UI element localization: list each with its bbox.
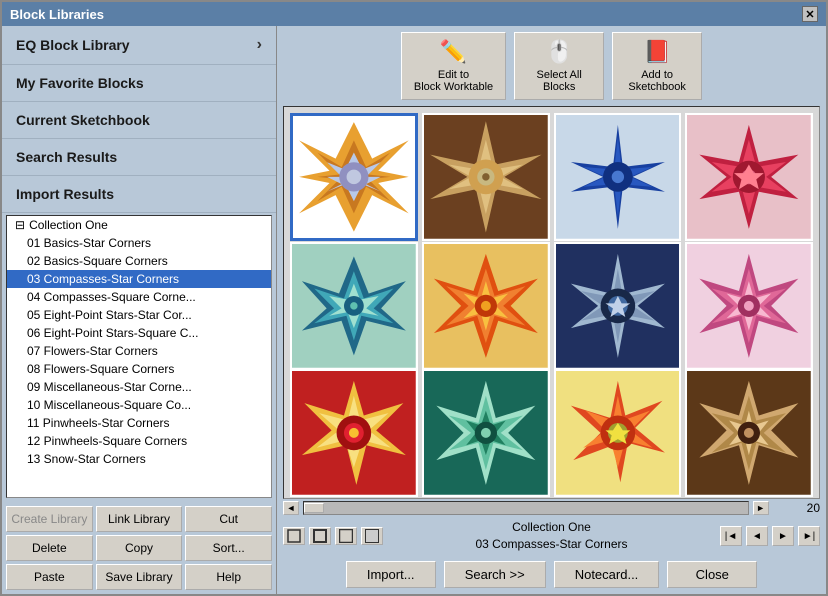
block-cell-8[interactable] [685, 242, 813, 370]
block-cell-10[interactable] [422, 369, 550, 497]
scroll-track[interactable] [303, 501, 749, 515]
block-cell-6[interactable] [422, 242, 550, 370]
scroll-row: ◄ ► 20 [277, 499, 826, 517]
nav-prev-button[interactable]: ◄ [746, 526, 768, 546]
block-cell-1[interactable] [290, 113, 418, 241]
tree-item-3[interactable]: 04 Compasses-Square Corne... [7, 288, 271, 306]
nav-first-button[interactable]: |◄ [720, 526, 742, 546]
create-library-button[interactable]: Create Library [6, 506, 93, 532]
tree-item-8[interactable]: 09 Miscellaneous-Star Corne... [7, 378, 271, 396]
right-panel: ✏️ Edit toBlock Worktable 🖱️ Select AllB… [277, 26, 826, 594]
bottom-buttons: Create Library Link Library Cut Delete C… [2, 502, 276, 594]
view-nav-row: Collection One 03 Compasses-Star Corners… [277, 517, 826, 555]
page-number: 20 [807, 501, 820, 515]
toolbar: ✏️ Edit toBlock Worktable 🖱️ Select AllB… [277, 26, 826, 106]
tree-item-4[interactable]: 05 Eight-Point Stars-Star Cor... [7, 306, 271, 324]
nav-item-eq-block-library[interactable]: EQ Block Library › [2, 26, 276, 65]
nav-last-button[interactable]: ►| [798, 526, 820, 546]
nav-next-button[interactable]: ► [772, 526, 794, 546]
block-cell-3[interactable] [554, 113, 682, 241]
tree-item-5[interactable]: 06 Eight-Point Stars-Square C... [7, 324, 271, 342]
cursor-icon: 🖱️ [545, 39, 572, 65]
scroll-left-button[interactable]: ◄ [283, 501, 299, 515]
tree-view[interactable]: ⊟ Collection One 01 Basics-Star Corners … [6, 215, 272, 498]
save-library-button[interactable]: Save Library [96, 564, 183, 590]
tree-item-6[interactable]: 07 Flowers-Star Corners [7, 342, 271, 360]
nav-item-my-favorite-blocks[interactable]: My Favorite Blocks [2, 65, 276, 102]
chevron-right-icon: › [257, 36, 262, 54]
block-grid-container [283, 106, 820, 499]
tree-item-7[interactable]: 08 Flowers-Square Corners [7, 360, 271, 378]
window-title: Block Libraries [10, 7, 104, 22]
tree-collection[interactable]: ⊟ Collection One [7, 216, 271, 234]
view-size-medium-button[interactable] [309, 527, 331, 545]
edit-to-worktable-button[interactable]: ✏️ Edit toBlock Worktable [401, 32, 506, 100]
title-bar: Block Libraries ✕ [2, 2, 826, 26]
sort-button[interactable]: Sort... [185, 535, 272, 561]
add-to-sketchbook-button[interactable]: 📕 Add toSketchbook [612, 32, 702, 100]
block-libraries-window: Block Libraries ✕ EQ Block Library › My … [0, 0, 828, 596]
paste-button[interactable]: Paste [6, 564, 93, 590]
scroll-right-button[interactable]: ► [753, 501, 769, 515]
view-size-large-button[interactable] [335, 527, 357, 545]
block-cell-7[interactable] [554, 242, 682, 370]
copy-button[interactable]: Copy [96, 535, 183, 561]
block-cell-5[interactable] [290, 242, 418, 370]
import-button[interactable]: Import... [346, 561, 436, 588]
notecard-button[interactable]: Notecard... [554, 561, 660, 588]
tree-item-12[interactable]: 13 Snow-Star Corners [7, 450, 271, 468]
cut-button[interactable]: Cut [185, 506, 272, 532]
tree-item-2[interactable]: 03 Compasses-Star Corners [7, 270, 271, 288]
block-grid [284, 107, 819, 498]
block-cell-11[interactable] [554, 369, 682, 497]
edit-pencil-icon: ✏️ [440, 39, 467, 65]
search-button[interactable]: Search >> [444, 561, 546, 588]
view-size-xlarge-button[interactable] [361, 527, 383, 545]
status-display: Collection One 03 Compasses-Star Corners [387, 519, 716, 553]
link-library-button[interactable]: Link Library [96, 506, 183, 532]
action-bar: Import... Search >> Notecard... Close [277, 555, 826, 594]
block-cell-12[interactable] [685, 369, 813, 497]
close-action-button[interactable]: Close [667, 561, 757, 588]
add-icon: 📕 [643, 39, 670, 65]
block-cell-2[interactable] [422, 113, 550, 241]
delete-button[interactable]: Delete [6, 535, 93, 561]
block-cell-9[interactable] [290, 369, 418, 497]
tree-item-9[interactable]: 10 Miscellaneous-Square Co... [7, 396, 271, 414]
block-cell-4[interactable] [685, 113, 813, 241]
help-button[interactable]: Help [185, 564, 272, 590]
collection-name: Collection One [387, 519, 716, 536]
tree-expand-icon: ⊟ [15, 218, 25, 232]
tree-item-0[interactable]: 01 Basics-Star Corners [7, 234, 271, 252]
select-all-blocks-button[interactable]: 🖱️ Select AllBlocks [514, 32, 604, 100]
block-name: 03 Compasses-Star Corners [387, 536, 716, 553]
tree-item-10[interactable]: 11 Pinwheels-Star Corners [7, 414, 271, 432]
view-size-small-button[interactable] [283, 527, 305, 545]
nav-item-search-results[interactable]: Search Results [2, 139, 276, 176]
nav-item-import-results[interactable]: Import Results [2, 176, 276, 213]
tree-item-11[interactable]: 12 Pinwheels-Square Corners [7, 432, 271, 450]
scroll-thumb[interactable] [304, 503, 324, 513]
left-panel: EQ Block Library › My Favorite Blocks Cu… [2, 26, 277, 594]
tree-item-1[interactable]: 02 Basics-Square Corners [7, 252, 271, 270]
close-button[interactable]: ✕ [802, 6, 818, 22]
nav-item-current-sketchbook[interactable]: Current Sketchbook [2, 102, 276, 139]
